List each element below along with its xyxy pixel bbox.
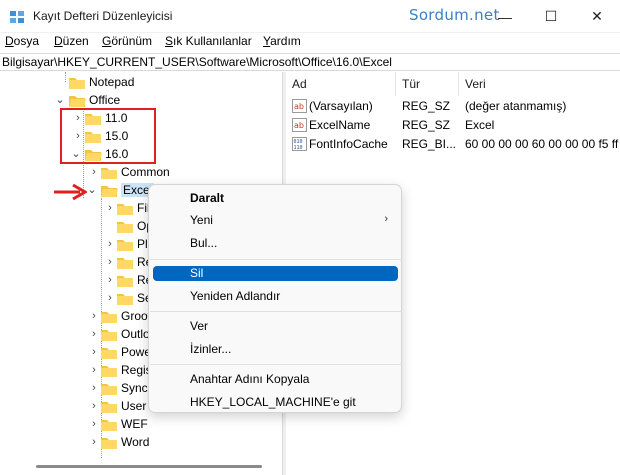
tree-horizontal-scrollbar[interactable]: [0, 458, 282, 475]
menu-item-hklm-git[interactable]: HKEY_LOCAL_MACHINE'e git: [153, 395, 398, 410]
menu-gorunum[interactable]: Görünüm: [102, 34, 152, 48]
menu-separator: [150, 311, 402, 312]
folder-icon: [117, 258, 133, 269]
chevron-down-icon[interactable]: ⌄: [86, 184, 98, 196]
chevron-down-icon[interactable]: ⌄: [54, 94, 66, 106]
chevron-right-icon[interactable]: ›: [88, 166, 100, 178]
folder-icon: [101, 384, 117, 395]
window-title: Kayıt Defteri Düzenleyicisi: [33, 9, 173, 23]
folder-icon: [101, 168, 117, 179]
folder-icon: [117, 276, 133, 287]
chevron-right-icon: ›: [384, 213, 388, 225]
value-row-fontinfocache[interactable]: 010 110 FontInfoCache REG_BI... 60 00 00 …: [286, 135, 620, 154]
annotation-arrow-icon: [54, 183, 87, 201]
tree-node-common[interactable]: › Common: [0, 164, 282, 182]
menu-item-yeniden-adlandir[interactable]: Yeniden Adlandır: [153, 289, 398, 304]
menu-item-anahtar-adini-kopyala[interactable]: Anahtar Adını Kopyala: [153, 372, 398, 387]
menu-dosya[interactable]: Dosya: [5, 34, 39, 48]
menu-duzen[interactable]: Düzen: [54, 34, 89, 48]
menu-yardim[interactable]: Yardım: [263, 34, 301, 48]
string-value-icon: ab: [292, 118, 307, 132]
svg-text:ab: ab: [294, 102, 304, 111]
chevron-right-icon[interactable]: ›: [104, 238, 116, 250]
folder-icon: [117, 204, 133, 215]
chevron-right-icon[interactable]: ›: [88, 364, 100, 376]
context-menu: Daralt Yeni › Bul... Sil Yeniden Adlandır…: [148, 184, 402, 413]
string-value-icon: ab: [292, 99, 307, 113]
folder-icon: [101, 438, 117, 449]
menu-item-yeni[interactable]: Yeni ›: [153, 213, 398, 228]
menu-item-bul[interactable]: Bul...: [153, 236, 398, 251]
chevron-right-icon[interactable]: ›: [104, 292, 116, 304]
chevron-right-icon[interactable]: ›: [88, 418, 100, 430]
menu-separator: [150, 259, 402, 260]
column-header-data[interactable]: Veri: [459, 72, 620, 96]
title-bar: Kayıt Defteri Düzenleyicisi Sordum.net —…: [0, 0, 620, 33]
chevron-right-icon[interactable]: ›: [88, 400, 100, 412]
folder-icon: [101, 348, 117, 359]
menu-item-izinler[interactable]: İzinler...: [153, 342, 398, 357]
annotation-highlight-box: [60, 108, 156, 164]
chevron-right-icon[interactable]: ›: [88, 346, 100, 358]
minimize-button[interactable]: —: [482, 0, 528, 33]
value-row-default[interactable]: ab (Varsayılan) REG_SZ (değer atanmamış): [286, 97, 620, 116]
tree-node-word[interactable]: › Word: [0, 434, 282, 452]
value-row-excelname[interactable]: ab ExcelName REG_SZ Excel: [286, 116, 620, 135]
binary-value-icon: 010110: [292, 137, 307, 151]
menu-bar: Dosya Düzen Görünüm Sık Kullanılanlar Ya…: [0, 33, 620, 51]
folder-open-icon: [69, 96, 86, 107]
menu-item-ver[interactable]: Ver: [153, 319, 398, 334]
chevron-right-icon[interactable]: ›: [104, 274, 116, 286]
folder-icon: [101, 402, 117, 413]
chevron-right-icon[interactable]: ›: [88, 436, 100, 448]
svg-text:ab: ab: [294, 121, 304, 130]
chevron-right-icon[interactable]: ›: [88, 310, 100, 322]
address-path[interactable]: Bilgisayar\HKEY_CURRENT_USER\Software\Mi…: [2, 55, 392, 69]
folder-icon: [101, 366, 117, 377]
chevron-right-icon[interactable]: ›: [104, 202, 116, 214]
menu-item-daralt[interactable]: Daralt: [153, 191, 398, 206]
column-header-type[interactable]: Tür: [396, 72, 459, 96]
menu-separator: [150, 364, 402, 365]
folder-open-icon: [101, 186, 118, 197]
folder-icon: [101, 312, 117, 323]
chevron-right-icon[interactable]: ›: [88, 382, 100, 394]
folder-icon: [117, 294, 133, 305]
tree-node-wef[interactable]: › WEF: [0, 416, 282, 434]
folder-icon: [101, 330, 117, 341]
folder-icon: [101, 420, 117, 431]
menu-sik-kullanilanlar[interactable]: Sık Kullanılanlar: [165, 34, 252, 48]
maximize-button[interactable]: ☐: [528, 0, 574, 33]
tree-node-notepad[interactable]: Notepad: [0, 74, 282, 92]
folder-icon: [69, 78, 85, 89]
address-bar[interactable]: Bilgisayar\HKEY_CURRENT_USER\Software\Mi…: [0, 53, 620, 71]
close-button[interactable]: ✕: [574, 0, 620, 33]
folder-icon: [117, 222, 133, 233]
regedit-app-icon: [10, 11, 24, 23]
menu-item-sil[interactable]: Sil: [153, 266, 398, 281]
column-header-name[interactable]: Ad: [286, 72, 396, 96]
chevron-right-icon[interactable]: ›: [88, 328, 100, 340]
chevron-right-icon[interactable]: ›: [104, 256, 116, 268]
folder-icon: [117, 240, 133, 251]
svg-text:110: 110: [294, 145, 303, 151]
scrollbar-thumb[interactable]: [36, 465, 262, 468]
